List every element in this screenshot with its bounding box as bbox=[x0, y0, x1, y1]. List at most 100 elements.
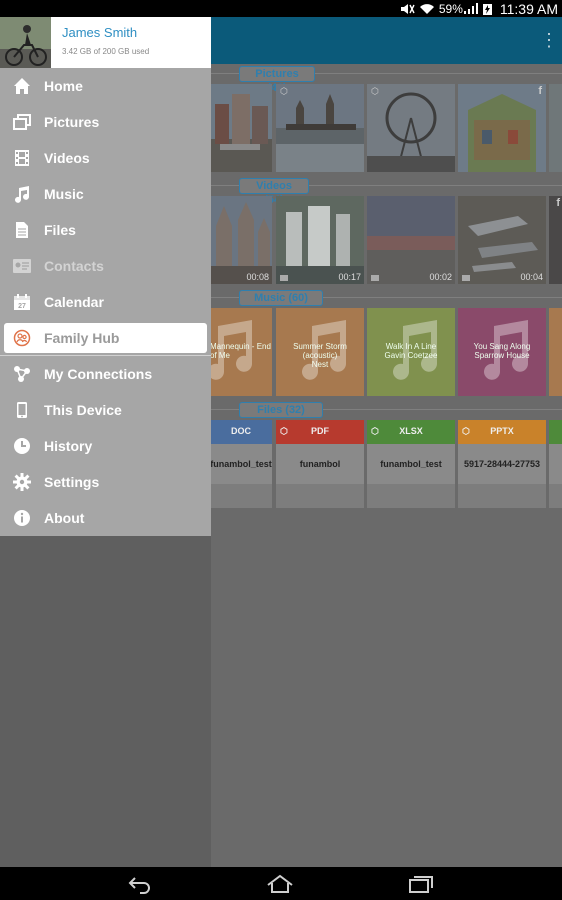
menu-item-contacts[interactable]: Contacts bbox=[0, 248, 211, 284]
file-name: funambol bbox=[276, 444, 364, 484]
video-camera-icon bbox=[462, 275, 470, 281]
signal-icon bbox=[463, 2, 478, 14]
menu-item-settings[interactable]: Settings bbox=[0, 464, 211, 500]
profile-name: James Smith bbox=[62, 25, 138, 40]
video-thumbnail[interactable]: 00:02 bbox=[367, 196, 455, 284]
section-label-music[interactable]: Music (60) bbox=[239, 290, 323, 306]
menu-item-music[interactable]: Music bbox=[0, 176, 211, 212]
file-tile[interactable]: DOC funambol_test bbox=[210, 420, 272, 508]
picture-thumbnail[interactable]: ⬡ bbox=[367, 84, 455, 172]
menu-item-files[interactable]: Files bbox=[0, 212, 211, 248]
file-name: funambol_test bbox=[210, 444, 272, 484]
clock: 11:39 AM bbox=[499, 0, 558, 17]
facebook-icon: f bbox=[538, 85, 542, 97]
video-thumbnail[interactable]: 00:17 bbox=[276, 196, 364, 284]
dropbox-icon: ⬡ bbox=[371, 86, 379, 96]
picture-thumbnail[interactable]: ⬡ bbox=[276, 84, 364, 172]
video-camera-icon bbox=[371, 275, 379, 281]
music-note-icon bbox=[12, 184, 32, 204]
file-name: funambol_test bbox=[367, 444, 455, 484]
menu-item-pictures[interactable]: Pictures bbox=[0, 104, 211, 140]
menu-label: History bbox=[44, 438, 93, 454]
back-icon[interactable] bbox=[127, 874, 153, 894]
menu-item-my-connections[interactable]: My Connections bbox=[0, 356, 211, 392]
file-type: ⬡ PDF bbox=[276, 420, 364, 444]
video-duration: 00:08 bbox=[246, 272, 269, 282]
file-tile[interactable]: ⬡ XLSX funambol_test bbox=[367, 420, 455, 508]
calendar-icon: 27 bbox=[12, 292, 32, 312]
home-nav-icon[interactable] bbox=[267, 874, 293, 894]
wifi-icon bbox=[419, 3, 434, 14]
file-tile[interactable]: ⬡ PPTX 5917-28444-27753 bbox=[458, 420, 546, 508]
info-icon bbox=[12, 508, 32, 528]
video-duration: 00:02 bbox=[429, 272, 452, 282]
avatar[interactable] bbox=[0, 17, 51, 68]
menu-label: Calendar bbox=[44, 294, 104, 310]
history-clock-icon bbox=[12, 436, 32, 456]
video-thumbnail[interactable]: 00:04 bbox=[458, 196, 546, 284]
contacts-icon bbox=[12, 256, 32, 276]
facebook-icon: f bbox=[556, 197, 560, 209]
video-thumbnail[interactable]: f bbox=[549, 196, 562, 284]
file-icon bbox=[12, 220, 32, 240]
music-tile[interactable]: You Sang Along Sparrow House bbox=[458, 308, 546, 396]
overflow-menu-icon[interactable]: ⋮ bbox=[540, 31, 558, 49]
recent-apps-icon[interactable] bbox=[408, 874, 434, 894]
section-label-pictures[interactable]: Pictures (46) bbox=[239, 66, 315, 94]
menu-item-home[interactable]: Home bbox=[0, 68, 211, 104]
battery-charging-icon bbox=[482, 3, 492, 15]
music-tile[interactable]: Walk In A Line Gavin Coetzee bbox=[367, 308, 455, 396]
home-icon bbox=[12, 76, 32, 96]
section-label-videos[interactable]: Videos (54) bbox=[239, 178, 309, 206]
mute-icon bbox=[400, 3, 415, 14]
picture-thumbnail[interactable] bbox=[549, 84, 562, 172]
gear-icon bbox=[12, 472, 32, 492]
device-icon bbox=[12, 400, 32, 420]
menu-label: Family Hub bbox=[44, 330, 120, 346]
file-type: ⬡ PPTX bbox=[458, 420, 546, 444]
menu-item-family-hub[interactable]: Family Hub bbox=[4, 323, 207, 353]
video-duration: 00:04 bbox=[520, 272, 543, 282]
battery-percent: 59% bbox=[438, 1, 463, 16]
video-duration: 00:17 bbox=[338, 272, 361, 282]
drawer-menu: James Smith 3.42 GB of 200 GB used Home … bbox=[0, 17, 211, 536]
pictures-icon bbox=[12, 112, 32, 132]
svg-text:27: 27 bbox=[18, 303, 26, 310]
menu-label: Contacts bbox=[44, 258, 104, 274]
file-type: DOC bbox=[210, 420, 272, 444]
menu-item-history[interactable]: History bbox=[0, 428, 211, 464]
family-hub-icon bbox=[12, 328, 32, 348]
system-nav-bar bbox=[0, 867, 562, 900]
picture-thumbnail[interactable]: f bbox=[458, 84, 546, 172]
menu-item-calendar[interactable]: 27 Calendar bbox=[0, 284, 211, 320]
music-tile[interactable]: Mannequin - End of Me bbox=[210, 308, 272, 396]
menu-item-this-device[interactable]: This Device bbox=[0, 392, 211, 428]
connections-icon bbox=[12, 364, 32, 384]
music-tile[interactable] bbox=[549, 308, 562, 396]
menu-label: Videos bbox=[44, 150, 90, 166]
menu-label: Pictures bbox=[44, 114, 100, 130]
file-tile[interactable]: ⬡ PDF funambol bbox=[276, 420, 364, 508]
dropbox-icon: ⬡ bbox=[462, 426, 470, 436]
navigation-drawer: James Smith 3.42 GB of 200 GB used Home … bbox=[0, 17, 211, 867]
music-tile[interactable]: Summer Storm (acoustic) Nest bbox=[276, 308, 364, 396]
dropbox-icon: ⬡ bbox=[280, 426, 288, 436]
storage-usage: 3.42 GB of 200 GB used bbox=[62, 47, 150, 56]
menu-item-videos[interactable]: Videos bbox=[0, 140, 211, 176]
picture-thumbnail[interactable] bbox=[210, 84, 272, 172]
menu-label: Files bbox=[44, 222, 76, 238]
menu-label: Home bbox=[44, 78, 83, 94]
video-thumbnail[interactable]: 00:08 bbox=[210, 196, 272, 284]
section-label-files[interactable]: Files (32) bbox=[239, 402, 323, 418]
file-type: ⬡ XLSX bbox=[367, 420, 455, 444]
profile-header[interactable]: James Smith 3.42 GB of 200 GB used bbox=[0, 17, 211, 68]
film-icon bbox=[12, 148, 32, 168]
menu-label: Music bbox=[44, 186, 84, 202]
file-tile[interactable] bbox=[549, 420, 562, 508]
menu-label: My Connections bbox=[44, 366, 153, 382]
menu-item-about[interactable]: About bbox=[0, 500, 211, 536]
menu-label: About bbox=[44, 510, 85, 526]
video-camera-icon bbox=[280, 275, 288, 281]
file-name: 5917-28444-27753 bbox=[458, 444, 546, 484]
dropbox-icon: ⬡ bbox=[371, 426, 379, 436]
